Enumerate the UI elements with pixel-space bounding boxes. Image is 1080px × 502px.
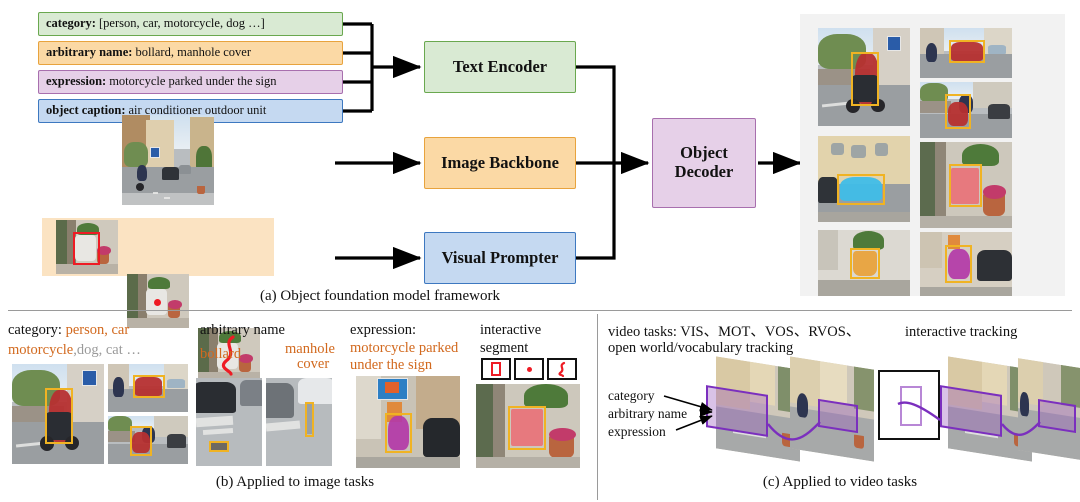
- panel-c-arrow-label-arbitrary-name: arbitrary name: [608, 406, 688, 421]
- prompt-box-arbitrary-name: arbitrary name: bollard, manhole cover: [38, 41, 343, 65]
- module-label-visual-prompter: Visual Prompter: [441, 247, 559, 267]
- panel-divider-vertical: [597, 314, 598, 500]
- panel-c-arrow-label-expression: expression: [608, 424, 666, 439]
- module-image-backbone: Image Backbone: [424, 137, 576, 189]
- panel-c-arrow-label-category: category: [608, 388, 655, 403]
- scribble-prompt-icon[interactable]: [547, 358, 577, 380]
- panel-c-interactive-title: interactive tracking: [905, 324, 1018, 340]
- panel-b-thumb-scooter: [108, 416, 188, 464]
- result-thumb-magenta-cover: [920, 232, 1012, 296]
- module-label-image-backbone: Image Backbone: [441, 152, 559, 172]
- panel-b-term-cover: cover: [297, 356, 330, 372]
- prompt-key-category: category:: [46, 16, 96, 31]
- module-label-object-decoder-line2: Decoder: [674, 162, 734, 181]
- panel-c-tasks-line1: video tasks: VIS、MOT、VOS、RVOS、: [608, 324, 861, 340]
- prompt-key-object-caption: object caption:: [46, 103, 126, 118]
- input-image-street-scene: [122, 115, 214, 205]
- module-text-encoder: Text Encoder: [424, 41, 576, 93]
- box-prompt-icon[interactable]: [481, 358, 511, 380]
- panel-b-thumb-red-car: [108, 364, 188, 412]
- result-thumb-blue-car: [818, 136, 910, 222]
- panel-b-interactive-heading-line1: interactive: [480, 322, 542, 338]
- panel-b-term-bollard: bollard: [200, 346, 242, 362]
- figure-root: category: [person, car, motorcycle, dog …: [0, 0, 1080, 502]
- result-thumb-pink-bin: [920, 142, 1012, 228]
- module-visual-prompter: Visual Prompter: [424, 232, 576, 284]
- panel-b-thumb-expression: [356, 376, 460, 468]
- panel-b-category-line2-gray: ,dog, cat …: [73, 342, 141, 358]
- module-label-text-encoder: Text Encoder: [452, 56, 548, 76]
- panel-b-interactive-heading-line2: segment: [480, 340, 529, 356]
- panel-divider-horizontal: [8, 310, 1072, 311]
- prompt-box-expression: expression: motorcycle parked under the …: [38, 70, 343, 94]
- point-prompt-icon[interactable]: [514, 358, 544, 380]
- panel-b-thumb-rider: [12, 364, 104, 464]
- panel-c-interactive-prompt-box: [900, 386, 922, 426]
- visual-prompt-frame-box: [56, 220, 118, 274]
- result-thumb-red-car: [920, 28, 1012, 78]
- output-results-grid: [800, 14, 1065, 296]
- prompt-value-expression: motorcycle parked under the sign: [109, 74, 277, 89]
- result-thumb-motorcycle-rider: [818, 28, 910, 126]
- panel-c-caption: (c) Applied to video tasks: [762, 474, 918, 490]
- panel-b-thumb-interactive: [476, 384, 580, 468]
- panel-c-track-box-frame4: [1038, 398, 1076, 434]
- panel-b-thumb-manhole: [196, 378, 262, 466]
- panel-a-caption: (a) Object foundation model framework: [260, 288, 500, 304]
- result-thumb-orange-pot: [818, 230, 910, 296]
- panel-b-caption: (b) Applied to image tasks: [215, 474, 375, 490]
- panel-b-category-label: category:: [8, 322, 62, 338]
- panel-b-category-accent: person, car: [65, 322, 130, 338]
- panel-b-expression-line1: motorcycle parked: [350, 340, 459, 356]
- panel-b-expression-line2: under the sign: [350, 357, 433, 373]
- panel-b-expression-heading: expression:: [350, 322, 417, 338]
- prompt-key-arbitrary-name: arbitrary name:: [46, 45, 133, 60]
- module-object-decoder: Object Decoder: [652, 118, 756, 208]
- module-label-object-decoder-line1: Object: [680, 143, 728, 163]
- prompt-value-arbitrary-name: bollard, manhole cover: [135, 45, 252, 60]
- red-box-prompt: [72, 231, 100, 266]
- prompt-value-category: [person, car, motorcycle, dog …]: [98, 16, 265, 31]
- panel-b-category-heading: category: person, car: [8, 322, 129, 339]
- result-thumb-red-scooter: [920, 82, 1012, 138]
- prompt-box-category: category: [person, car, motorcycle, dog …: [38, 12, 343, 36]
- prompt-key-expression: expression:: [46, 74, 107, 89]
- panel-b-category-line2-accent: motorcycle: [8, 342, 74, 358]
- panel-c-tasks-line2: open world/vocabulary tracking: [608, 340, 794, 356]
- panel-b-category-line2: motorcycle,dog, cat …: [8, 342, 141, 359]
- visual-prompt-strip: [42, 218, 274, 382]
- panel-c-interactive-prompt-frame[interactable]: [878, 370, 940, 440]
- panel-b-thumb-bollard: [266, 378, 332, 466]
- panel-b-arbitrary-name-heading: arbitrary name: [200, 322, 285, 338]
